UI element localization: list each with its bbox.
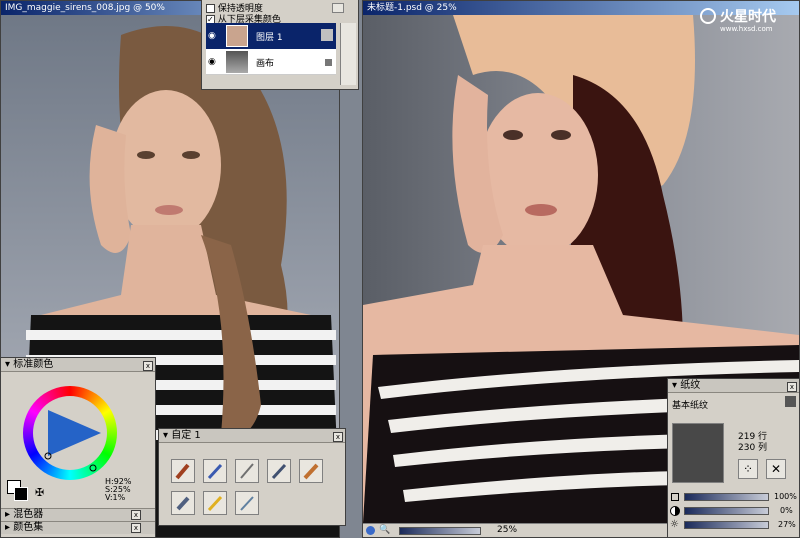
paper-name[interactable]: 基本纸纹 <box>672 398 708 411</box>
paper-contrast-row[interactable]: 0% <box>668 505 799 518</box>
visibility-eye-icon[interactable]: ◉ <box>208 57 216 67</box>
color-sets-label: 颜色集 <box>13 522 44 533</box>
knife-icon[interactable] <box>235 491 259 515</box>
expand-arrow-icon[interactable]: ▸ <box>5 509 10 520</box>
brush-palette-title[interactable]: ▾ 自定 1 x <box>159 429 345 443</box>
value-value: V:1% <box>105 493 126 502</box>
paper-scale-slider[interactable] <box>684 493 769 501</box>
color-wheel[interactable] <box>23 386 117 480</box>
layers-scrollbar[interactable] <box>340 23 356 85</box>
panel-menu-icon[interactable] <box>332 3 344 13</box>
paper-panel-label: 纸纹 <box>680 380 701 391</box>
palette-close-icon[interactable]: x <box>143 361 153 371</box>
reference-window-title: IMG_maggie_sirens_008.jpg @ 50% <box>5 3 165 13</box>
palette-close-icon[interactable]: x <box>333 432 343 442</box>
expand-arrow-icon[interactable]: ▸ <box>5 522 10 533</box>
zoom-icon[interactable]: 🔍 <box>379 525 390 535</box>
lock-icon <box>325 59 332 66</box>
additional-color-swatch[interactable] <box>14 487 28 501</box>
mixer-collapsed-bar[interactable]: ▸ 混色器 x <box>1 508 155 521</box>
paper-panel[interactable]: ▾ 纸纹 x 基本纸纹 219 行 230 列 ⁘ ✕ 100% 0% ☼ 27… <box>667 378 800 538</box>
layer-composite-icon <box>321 29 333 41</box>
paper-panel-title[interactable]: ▾ 纸纹 x <box>668 379 799 393</box>
watermark-brand: 火星时代 <box>720 9 776 25</box>
layer-row-2[interactable]: ◉ 画布 <box>206 49 336 75</box>
mixer-label: 混色器 <box>13 509 44 520</box>
color-panel-title[interactable]: ▾ 标准颜色 x <box>1 358 155 372</box>
eyedropper-icon[interactable]: ✠ <box>35 486 44 499</box>
palette-close-icon[interactable]: x <box>131 523 141 533</box>
pen-icon[interactable] <box>267 459 291 483</box>
layer-name: 画布 <box>256 59 275 69</box>
watermark: 火星时代 www.hxsd.com <box>700 6 798 36</box>
collapse-arrow-icon[interactable]: ▾ <box>672 380 677 391</box>
paper-library-icon[interactable] <box>785 396 796 407</box>
pencil-icon[interactable] <box>235 459 259 483</box>
zoom-value: 25% <box>497 525 518 535</box>
color-triangle[interactable] <box>23 386 117 480</box>
painting-window-title: 未标题-1.psd @ 25% <box>367 3 457 13</box>
navigator-icon[interactable] <box>366 526 375 535</box>
paper-brightness-slider[interactable] <box>684 521 769 529</box>
layer-row-1[interactable]: ◉ 图层 1 <box>206 23 336 49</box>
paper-brightness-value: 27% <box>778 520 796 529</box>
paper-scale-row[interactable]: 100% <box>668 491 799 504</box>
layer-name: 图层 1 <box>256 33 283 43</box>
random-paper-grain-icon[interactable]: ⁘ <box>738 459 758 479</box>
hsv-readout: H:92% S:25% V:1% <box>105 478 132 502</box>
paper-scale-value: 100% <box>774 492 797 501</box>
color-panel[interactable]: ▾ 标准颜色 x ✠ H:92% S:25% V:1% ▸ 混色器 x ▸ 颜色… <box>0 357 156 538</box>
canvas-thumbnail <box>226 51 248 73</box>
layers-panel[interactable]: 保持透明度 ✓ 从下层采集颜色 ◉ 图层 1 ◉ 画布 <box>201 0 359 90</box>
color-sets-collapsed-bar[interactable]: ▸ 颜色集 x <box>1 521 155 534</box>
brush-palette-label: 自定 1 <box>171 430 201 441</box>
paper-contrast-value: 0% <box>780 506 793 515</box>
watermark-url: www.hxsd.com <box>720 25 773 33</box>
preserve-transparency-row[interactable]: 保持透明度 <box>206 1 263 14</box>
paper-preview <box>672 423 724 483</box>
collapse-arrow-icon[interactable]: ▾ <box>163 430 168 441</box>
eraser-icon[interactable] <box>171 491 195 515</box>
visibility-eye-icon[interactable]: ◉ <box>208 31 216 41</box>
crayon-icon[interactable] <box>203 491 227 515</box>
pick-up-underlying-color-row[interactable]: ✓ 从下层采集颜色 <box>206 12 281 25</box>
palette-close-icon[interactable]: x <box>131 510 141 520</box>
custom-brush-palette[interactable]: ▾ 自定 1 x <box>158 428 346 526</box>
oil-brush-icon[interactable] <box>171 459 195 483</box>
paper-contrast-slider[interactable] <box>684 507 769 515</box>
collapse-arrow-icon[interactable]: ▾ <box>5 359 10 370</box>
color-panel-label: 标准颜色 <box>13 359 54 370</box>
zoom-slider[interactable] <box>399 527 481 535</box>
paper-cols: 230 列 <box>738 443 768 453</box>
brightness-icon: ☼ <box>670 519 679 530</box>
scale-icon <box>671 493 679 501</box>
watermark-logo-icon <box>700 8 716 24</box>
chalk-icon[interactable] <box>203 459 227 483</box>
invert-paper-icon[interactable]: ✕ <box>766 459 786 479</box>
marker-icon[interactable] <box>299 459 323 483</box>
contrast-icon <box>670 506 680 516</box>
paper-brightness-row[interactable]: ☼ 27% <box>668 519 799 532</box>
palette-close-icon[interactable]: x <box>787 382 797 392</box>
layer-thumbnail <box>226 25 248 47</box>
